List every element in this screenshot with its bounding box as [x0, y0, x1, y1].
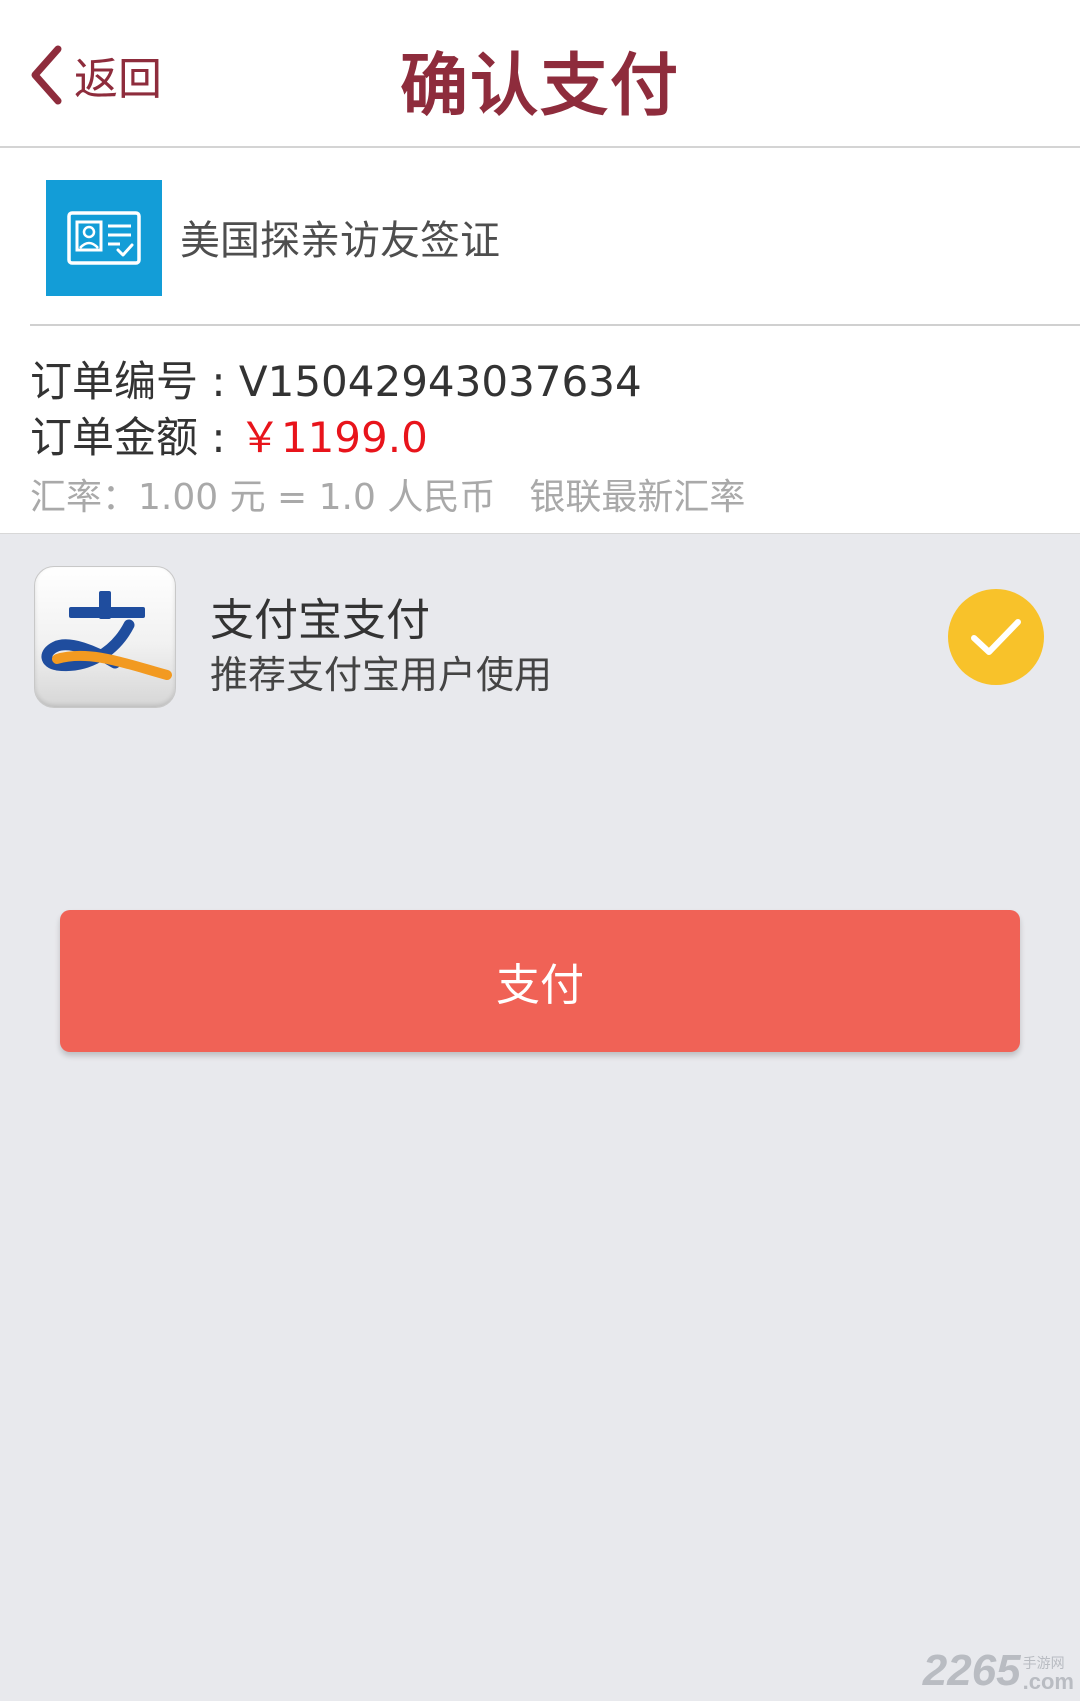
- order-amount-value: ￥1199.0: [238, 413, 428, 462]
- payment-method-title: 支付宝支付: [210, 595, 430, 646]
- page-title: 确认支付: [399, 47, 680, 126]
- exchange-rate-info: 汇率：1.00 元 = 1.0 人民币 银联最新汇率: [30, 468, 745, 520]
- exchange-rate-text: 汇率：1.00 元 = 1.0 人民币: [30, 477, 496, 518]
- checkmark-icon[interactable]: [948, 589, 1044, 685]
- order-number-label: 订单编号 :: [30, 357, 239, 406]
- id-card-icon: [46, 180, 162, 296]
- exchange-rate-source: 银联最新汇率: [529, 477, 746, 518]
- order-panel: 美国探亲访友签证 订单编号 : V15042943037634 订单金额 : ￥…: [0, 148, 1080, 534]
- product-name: 美国探亲访友签证: [180, 218, 500, 264]
- site-watermark: 2265 手游网 .com: [923, 1649, 1074, 1693]
- order-number: 订单编号 : V15042943037634: [30, 348, 642, 409]
- header-bar: 返回 确认支付: [0, 0, 1080, 148]
- product-row: 美国探亲访友签证: [30, 148, 1080, 326]
- alipay-logo: [34, 566, 176, 708]
- watermark-number: 2265: [922, 1646, 1021, 1695]
- order-amount: 订单金额 : ￥1199.0: [30, 404, 428, 465]
- pay-button[interactable]: 支付: [60, 910, 1020, 1052]
- order-number-value: V15042943037634: [238, 357, 642, 406]
- order-amount-label: 订单金额 :: [30, 413, 239, 462]
- payment-method-alipay[interactable]: 支付宝支付 推荐支付宝用户使用: [0, 534, 1080, 724]
- watermark-suffix: .com: [1022, 1669, 1074, 1694]
- payment-method-subtitle: 推荐支付宝用户使用: [210, 653, 553, 697]
